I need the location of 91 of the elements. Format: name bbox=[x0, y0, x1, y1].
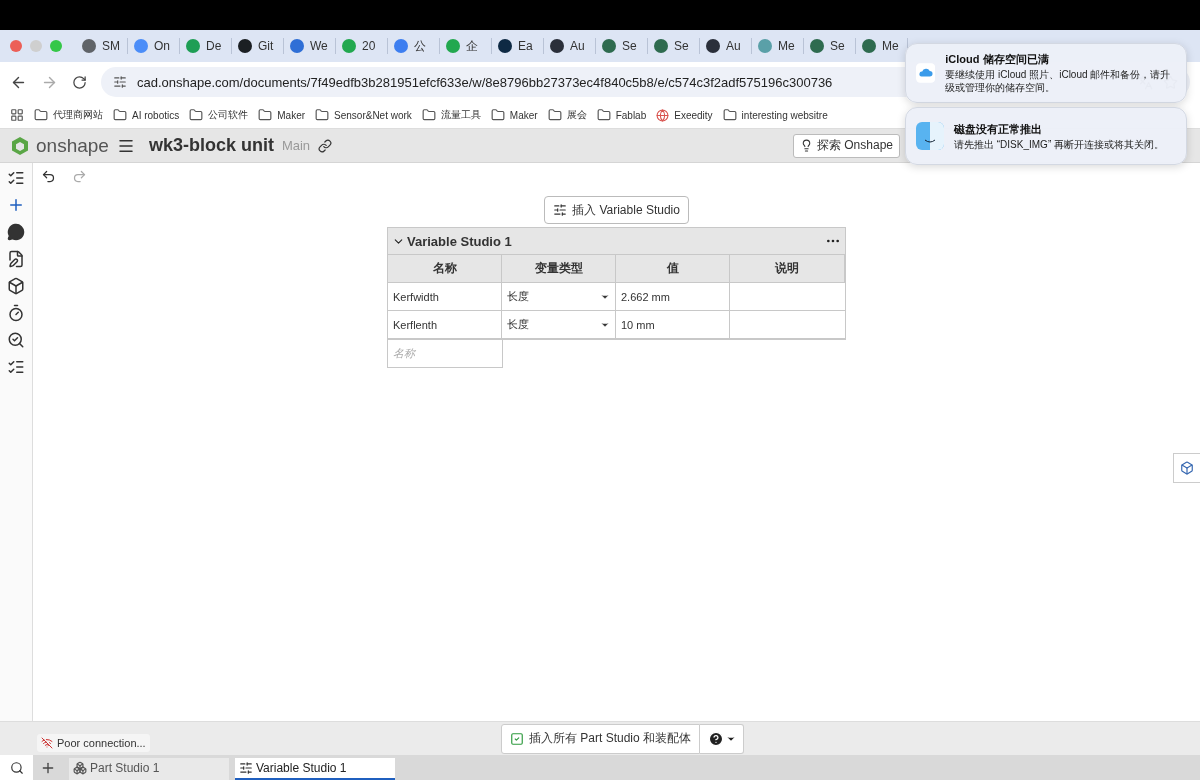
browser-tab[interactable]: On bbox=[128, 38, 180, 54]
connection-status: Poor connection... bbox=[37, 734, 150, 752]
signal-off-icon bbox=[41, 737, 53, 749]
logo-icon bbox=[10, 135, 30, 156]
browser-tab[interactable]: Au bbox=[544, 38, 596, 54]
undo-icon[interactable] bbox=[41, 169, 56, 184]
finder-face-icon bbox=[916, 122, 944, 150]
bookmark-item[interactable]: 流量工具 bbox=[421, 108, 481, 122]
browser-tab[interactable]: Ea bbox=[492, 38, 544, 54]
comment-icon[interactable] bbox=[7, 223, 25, 241]
document-title: wk3-block unit bbox=[148, 135, 274, 156]
browser-tab[interactable]: Me bbox=[856, 38, 908, 54]
branch-label: Main bbox=[281, 138, 311, 153]
value-cell[interactable]: 10 mm bbox=[616, 311, 730, 339]
browser-tab[interactable]: De bbox=[180, 38, 232, 54]
bookmark-item[interactable]: Sensor&Net work bbox=[315, 108, 412, 122]
folder-icon bbox=[722, 108, 737, 122]
browser-tab[interactable]: 企 bbox=[440, 38, 492, 54]
browser-tab[interactable]: 20 bbox=[336, 38, 388, 54]
insert-all-button[interactable]: 插入所有 Part Studio 和装配体 bbox=[501, 723, 701, 754]
folder-icon bbox=[490, 108, 505, 122]
bookmark-item[interactable]: interesting websitre bbox=[722, 108, 828, 122]
type-select[interactable]: 长度 bbox=[502, 283, 616, 311]
browser-tab[interactable]: 公 bbox=[388, 38, 440, 54]
bookmark-item[interactable]: Exeedity bbox=[656, 108, 713, 122]
panel-title: Variable Studio 1 bbox=[407, 233, 512, 249]
folder-icon bbox=[258, 108, 273, 122]
browser-tab[interactable]: Se bbox=[596, 38, 648, 54]
notification-body: 要继续使用 iCloud 照片、iCloud 邮件和备份，请升级或管理你的储存空间。 bbox=[945, 68, 1172, 94]
search-icon[interactable] bbox=[9, 760, 24, 775]
help-button[interactable] bbox=[700, 723, 745, 754]
folder-icon bbox=[547, 108, 562, 122]
bookmark-item[interactable]: Maker bbox=[490, 108, 538, 122]
close-button[interactable] bbox=[10, 40, 22, 52]
document-tab[interactable]: Variable Studio 1 bbox=[235, 758, 395, 780]
browser-tab[interactable]: Se bbox=[648, 38, 700, 54]
part-studio-icon bbox=[73, 761, 87, 775]
browser-tab[interactable]: Git bbox=[232, 38, 284, 54]
bookmark-item[interactable]: 公司软件 bbox=[189, 108, 249, 122]
insert-variable-studio-button[interactable]: 插入 Variable Studio bbox=[544, 196, 689, 224]
reload-button[interactable] bbox=[72, 74, 87, 90]
bookmark-item[interactable]: Fablab bbox=[596, 108, 647, 122]
folder-icon bbox=[34, 108, 48, 122]
feature-list-icon[interactable] bbox=[7, 169, 25, 187]
notes-icon[interactable] bbox=[7, 250, 25, 268]
value-cell[interactable]: 2.662 mm bbox=[616, 283, 730, 311]
folder-icon bbox=[189, 108, 204, 122]
bookmark-item[interactable]: 展会 bbox=[547, 108, 587, 122]
column-header: 说明 bbox=[730, 255, 845, 283]
help-icon bbox=[707, 730, 724, 747]
variable-studio-icon bbox=[553, 203, 568, 217]
notification[interactable]: iCloud 储存空间已满 要继续使用 iCloud 照片、iCloud 邮件和备份，请升级或管理你的储存空间。 bbox=[905, 43, 1187, 103]
logo-text: onshape bbox=[36, 134, 109, 157]
checkbox[interactable] bbox=[510, 731, 524, 746]
browser-tab[interactable]: SM bbox=[76, 38, 128, 54]
site-settings-icon bbox=[113, 75, 127, 89]
folder-icon bbox=[113, 108, 127, 122]
url-text: cad.onshape.com/documents/7f49edfb3b281951efcf633e/w/8e8796bb27373ec4f840c5b8/e/c574c3f2adf575196c300736 bbox=[137, 74, 833, 90]
bookmark-item[interactable]: 代理商网站 bbox=[34, 108, 103, 122]
name-cell[interactable]: Kerfwidth bbox=[388, 283, 502, 311]
column-header: 变量类型 bbox=[502, 255, 616, 283]
notification[interactable]: 磁盘没有正常推出 请先推出 “DISK_IMG” 再断开连接或将其关闭。 bbox=[905, 107, 1187, 165]
folder-icon bbox=[315, 108, 330, 122]
column-header: 名称 bbox=[388, 255, 502, 283]
document-tab[interactable]: Part Studio 1 bbox=[69, 758, 229, 780]
apps-icon[interactable] bbox=[10, 108, 24, 122]
cube-icon bbox=[1180, 461, 1194, 475]
cube-icon[interactable] bbox=[7, 277, 25, 295]
insert-icon[interactable] bbox=[7, 196, 25, 214]
column-header: 值 bbox=[616, 255, 730, 283]
notification-body: 请先推出 “DISK_IMG” 再断开连接或将其关闭。 bbox=[954, 137, 1164, 151]
search-icon[interactable] bbox=[7, 331, 25, 349]
link-icon[interactable] bbox=[318, 138, 333, 153]
browser-tab[interactable]: We bbox=[284, 38, 336, 54]
folder-icon bbox=[421, 108, 436, 122]
browser-tab[interactable]: Me bbox=[752, 38, 804, 54]
name-cell[interactable]: Kerflenth bbox=[388, 311, 502, 339]
explore-button[interactable]: 探索 Onshape bbox=[792, 133, 900, 158]
stopwatch-icon[interactable] bbox=[7, 304, 25, 322]
browser-tab[interactable]: Au bbox=[700, 38, 752, 54]
variable-studio-icon bbox=[239, 761, 253, 775]
bookmark-item[interactable]: AI robotics bbox=[113, 108, 180, 122]
view-cube-button[interactable] bbox=[1173, 453, 1200, 483]
checklist-icon[interactable] bbox=[7, 358, 25, 376]
notification-title: iCloud 储存空间已满 bbox=[945, 52, 1050, 67]
folder-icon bbox=[596, 108, 611, 122]
notification-title: 磁盘没有正常推出 bbox=[954, 121, 1043, 137]
type-select[interactable]: 长度 bbox=[502, 311, 616, 339]
browser-tab[interactable]: Se bbox=[804, 38, 856, 54]
bookmark-item[interactable]: Maker bbox=[258, 108, 306, 122]
site-icon bbox=[656, 108, 670, 122]
